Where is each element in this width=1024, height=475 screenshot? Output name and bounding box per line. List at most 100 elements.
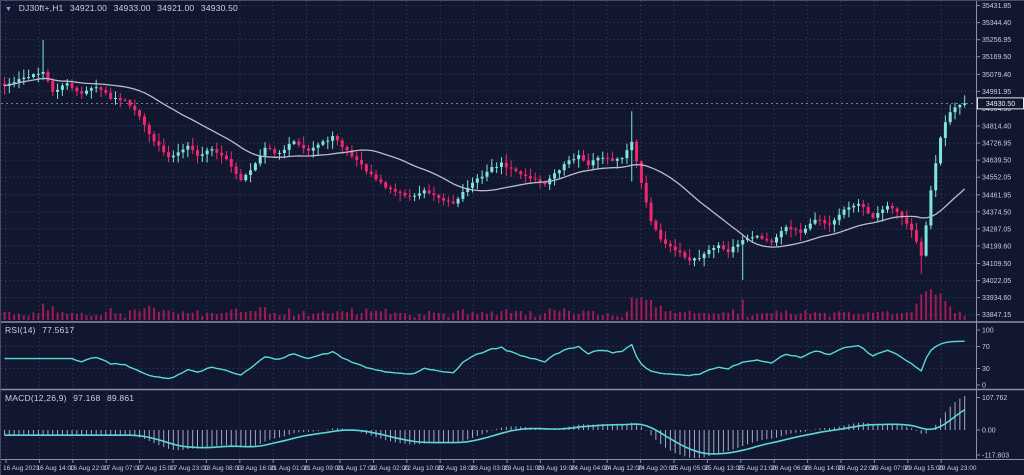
- volume-bar: [684, 312, 686, 320]
- volume-bar: [283, 315, 285, 320]
- candle-body: [157, 141, 160, 145]
- volume-bar: [925, 291, 927, 320]
- volume-bar: [322, 311, 324, 320]
- volume-bar: [346, 312, 348, 320]
- candle-body: [949, 112, 952, 122]
- price-axis-label[interactable]: 34022.05: [982, 278, 1011, 285]
- volume-bar: [732, 309, 734, 320]
- volume-bar: [336, 311, 338, 320]
- candle-body: [679, 251, 682, 253]
- volume-bar: [423, 315, 425, 320]
- candle-body: [273, 149, 276, 153]
- volume-bar: [394, 312, 396, 320]
- volume-bar: [312, 314, 314, 320]
- price-axis-label[interactable]: 35431.85: [982, 3, 1011, 10]
- candle-body: [22, 78, 25, 79]
- volume-bar: [433, 312, 435, 320]
- price-axis-label[interactable]: 34726.95: [982, 141, 1011, 148]
- volume-bar: [809, 314, 811, 320]
- volume-bar: [954, 313, 956, 320]
- volume-bar: [8, 312, 10, 320]
- price-axis-label[interactable]: 35079.40: [982, 72, 1011, 79]
- candle-body: [896, 208, 899, 211]
- candle-body: [321, 141, 324, 144]
- candle-body: [201, 154, 204, 156]
- price-axis-label[interactable]: 34199.60: [982, 243, 1011, 250]
- candle-body: [804, 229, 807, 233]
- candle-body: [722, 245, 725, 249]
- current-price-box: 34930.50: [978, 98, 1024, 109]
- volume-bar: [476, 314, 478, 320]
- volume-bar: [631, 297, 633, 320]
- candle-body: [505, 163, 508, 168]
- candle-body: [568, 160, 571, 164]
- volume-bar: [814, 312, 816, 320]
- volume-bar: [515, 311, 517, 320]
- volume-bar: [211, 313, 213, 320]
- price-axis-label[interactable]: 34991.95: [982, 89, 1011, 96]
- candle-body: [592, 160, 595, 165]
- chart-canvas[interactable]: 16 Aug 202316 Aug 14:0016 Aug 22:0017 Au…: [1, 1, 1024, 475]
- volume-bar: [177, 314, 179, 320]
- volume-bar: [168, 310, 170, 320]
- candle-body: [471, 183, 474, 188]
- candle-body: [688, 258, 691, 261]
- price-axis-label[interactable]: 34639.50: [982, 158, 1011, 165]
- candle-body: [186, 146, 189, 150]
- candle-body: [196, 150, 199, 156]
- time-axis-label[interactable]: 16 Aug 2023: [3, 465, 40, 472]
- volume-bar: [713, 313, 715, 320]
- volume-bar: [491, 311, 493, 320]
- volume-bar: [269, 314, 271, 320]
- candle-body: [809, 224, 812, 229]
- candle-body: [104, 90, 107, 93]
- candle-body: [408, 196, 411, 197]
- price-axis-label[interactable]: 34374.50: [982, 209, 1011, 216]
- price-axis-label[interactable]: 34109.50: [982, 261, 1011, 268]
- volume-bar: [42, 304, 44, 320]
- price-axis-label[interactable]: 34287.05: [982, 226, 1011, 233]
- candle-body: [457, 199, 460, 204]
- price-axis-label[interactable]: 35256.95: [982, 37, 1011, 44]
- candle-body: [876, 213, 879, 218]
- candle-body: [191, 146, 194, 150]
- volume-bar: [689, 311, 691, 320]
- price-axis-label[interactable]: 33847.15: [982, 312, 1011, 319]
- volume-bar: [505, 309, 507, 320]
- volume-bar: [380, 311, 382, 320]
- macd-axis-label: 107.762: [982, 395, 1007, 402]
- candle-body: [32, 74, 35, 77]
- symbol-dropdown-icon[interactable]: ▼: [5, 6, 12, 13]
- volume-bar: [90, 316, 92, 320]
- candle-body: [587, 160, 590, 165]
- time-axis-label[interactable]: 29 Aug 23:00: [938, 465, 977, 472]
- trading-chart-window[interactable]: ▼ DJ30ft+,H1 34921.00 34933.00 34921.00 …: [0, 0, 1024, 475]
- volume-bar: [370, 311, 372, 320]
- volume-bar: [245, 312, 247, 320]
- candle-body: [66, 83, 69, 85]
- price-axis-label[interactable]: 34461.95: [982, 192, 1011, 199]
- candle-body: [379, 179, 382, 182]
- volume-bar: [549, 308, 551, 320]
- volume-bar: [819, 313, 821, 320]
- price-axis-label[interactable]: 33934.60: [982, 295, 1011, 302]
- volume-bar: [418, 314, 420, 320]
- candle-body: [375, 174, 378, 179]
- volume-bar: [718, 314, 720, 320]
- price-axis-label[interactable]: 35169.50: [982, 54, 1011, 61]
- price-axis-label[interactable]: 34552.05: [982, 175, 1011, 182]
- candle-body: [138, 110, 141, 116]
- candle-body: [317, 145, 320, 148]
- price-axis-label[interactable]: 35344.40: [982, 20, 1011, 27]
- candle-body: [601, 158, 604, 159]
- candle-body: [621, 158, 624, 159]
- candle-body: [775, 237, 778, 242]
- candle-body: [423, 190, 426, 193]
- volume-bar: [674, 313, 676, 320]
- volume-bar: [496, 315, 498, 320]
- candle-body: [799, 230, 802, 233]
- price-axis-label[interactable]: 34814.40: [982, 124, 1011, 131]
- volume-bar: [18, 314, 20, 320]
- candle-body: [659, 230, 662, 240]
- volume-bar: [751, 315, 753, 320]
